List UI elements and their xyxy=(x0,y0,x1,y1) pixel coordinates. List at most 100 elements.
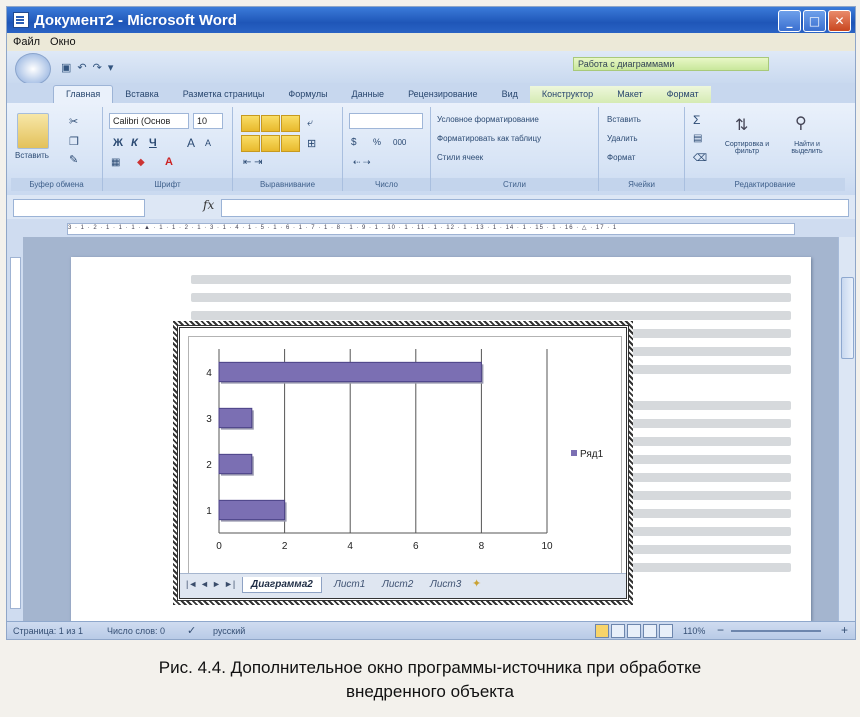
find-icon[interactable]: ⚲ xyxy=(795,113,807,133)
tab-data[interactable]: Данные xyxy=(340,86,397,103)
cut-icon[interactable]: ✂ xyxy=(69,115,78,128)
number-format-box[interactable] xyxy=(349,113,423,129)
tab-format[interactable]: Формат xyxy=(654,86,711,103)
y-tick-label[interactable]: 4 xyxy=(206,368,212,379)
thousands-button[interactable]: 000 xyxy=(393,138,406,147)
next-sheet-icon[interactable]: ► xyxy=(212,579,221,589)
delete-cells-button[interactable]: Удалить xyxy=(607,134,638,143)
font-color-icon[interactable]: A xyxy=(165,156,173,168)
name-box[interactable] xyxy=(13,199,145,217)
menu-file[interactable]: Файл xyxy=(13,36,40,48)
zoom-out-button[interactable]: − xyxy=(717,623,724,637)
decimal-icons[interactable]: ⇠ ⇢ xyxy=(353,157,371,168)
sheet-tab-list2[interactable]: Лист2 xyxy=(374,577,421,592)
y-tick-label[interactable]: 2 xyxy=(206,460,212,471)
view-print-layout-icon[interactable] xyxy=(595,624,609,638)
autosum-button[interactable]: Σ xyxy=(693,113,700,127)
font-name-box[interactable]: Calibri (Основ xyxy=(109,113,189,129)
zoom-slider[interactable] xyxy=(731,630,821,632)
bar[interactable] xyxy=(218,499,286,521)
bar[interactable] xyxy=(218,361,482,383)
scroll-thumb[interactable] xyxy=(841,277,854,359)
x-tick-label[interactable]: 0 xyxy=(216,541,222,552)
legend-swatch[interactable] xyxy=(571,450,577,456)
paste-icon[interactable] xyxy=(17,113,49,149)
insert-cells-button[interactable]: Вставить xyxy=(607,115,641,124)
format-as-table-button[interactable]: Форматировать как таблицу xyxy=(437,134,541,143)
x-tick-label[interactable]: 4 xyxy=(347,541,353,552)
align-bottom-icon[interactable] xyxy=(281,115,300,132)
italic-button[interactable]: К xyxy=(131,137,138,149)
sheet-tab-list1[interactable]: Лист1 xyxy=(326,577,373,592)
find-select-button[interactable]: Найти и выделить xyxy=(781,141,833,155)
ruler-strip[interactable]: 3 · 1 · 2 · 1 · 1 · 1 · ▲ · 1 · 1 · 2 · … xyxy=(67,223,795,235)
bar[interactable] xyxy=(218,407,253,429)
grow-font-button[interactable]: A xyxy=(187,136,195,150)
qat-dropdown-icon[interactable]: ▾ xyxy=(108,61,114,74)
shrink-font-button[interactable]: A xyxy=(205,138,211,148)
vertical-scrollbar[interactable] xyxy=(838,237,855,621)
tab-review[interactable]: Рецензирование xyxy=(396,86,490,103)
redo-icon[interactable]: ↷ xyxy=(93,61,102,74)
conditional-format-button[interactable]: Условное форматирование xyxy=(437,115,539,124)
tab-home[interactable]: Главная xyxy=(53,85,114,103)
percent-button[interactable]: % xyxy=(373,137,381,147)
view-full-screen-icon[interactable] xyxy=(611,624,625,638)
y-tick-label[interactable]: 1 xyxy=(206,506,212,517)
status-page[interactable]: Страница: 1 из 1 xyxy=(13,626,83,636)
tab-layout[interactable]: Макет xyxy=(605,86,655,103)
undo-icon[interactable]: ↶ xyxy=(77,61,86,74)
status-words[interactable]: Число слов: 0 xyxy=(107,626,165,636)
minimize-button[interactable]: _ xyxy=(778,10,801,32)
x-tick-label[interactable]: 10 xyxy=(541,541,553,552)
menu-window[interactable]: Окно xyxy=(50,36,76,48)
chart-area[interactable]: 0 2 4 6 8 10 1 2 3 4 Ряд1 xyxy=(188,336,622,574)
save-icon[interactable]: ▣ xyxy=(61,61,71,74)
bar-chart[interactable]: 0 2 4 6 8 101234Ряд1 xyxy=(189,337,621,573)
zoom-level[interactable]: 110% xyxy=(683,626,705,636)
underline-button[interactable]: Ч xyxy=(149,137,157,149)
fill-color-icon[interactable]: ◆ xyxy=(137,157,145,168)
tab-design[interactable]: Конструктор xyxy=(529,86,606,103)
bar[interactable] xyxy=(218,453,253,475)
tab-insert[interactable]: Вставка xyxy=(113,86,170,103)
indent-icon[interactable]: ⇤ ⇥ xyxy=(243,157,263,168)
embedded-excel-object[interactable]: 0 2 4 6 8 10 1 2 3 4 Ряд1 |◄ ◄ ► ►| Диаграмма2 Лис… xyxy=(173,321,633,605)
align-left-icon[interactable] xyxy=(241,135,260,152)
view-web-icon[interactable] xyxy=(627,624,641,638)
sheet-tab-list3[interactable]: Лист3 xyxy=(422,577,469,592)
format-cells-button[interactable]: Формат xyxy=(607,153,635,162)
tab-formulas[interactable]: Формулы xyxy=(276,86,339,103)
office-button[interactable] xyxy=(15,53,51,85)
align-middle-icon[interactable] xyxy=(261,115,280,132)
align-right-icon[interactable] xyxy=(281,135,300,152)
align-center-icon[interactable] xyxy=(261,135,280,152)
prev-sheet-icon[interactable]: ◄ xyxy=(200,579,209,589)
bold-button[interactable]: Ж xyxy=(113,137,123,149)
x-tick-label[interactable]: 8 xyxy=(479,541,485,552)
y-tick-label[interactable]: 3 xyxy=(206,414,212,425)
legend-label[interactable]: Ряд1 xyxy=(580,449,604,460)
paste-label[interactable]: Вставить xyxy=(15,151,49,160)
sheet-tab-diagram2[interactable]: Диаграмма2 xyxy=(242,577,322,593)
fill-icon[interactable]: ▤ xyxy=(693,133,702,144)
sort-filter-icon[interactable]: ⇅ xyxy=(735,115,748,135)
border-icon[interactable]: ▦ xyxy=(111,157,120,168)
close-button[interactable]: ✕ xyxy=(828,10,851,32)
fx-label[interactable]: fx xyxy=(203,198,214,212)
x-tick-label[interactable]: 6 xyxy=(413,541,419,552)
view-draft-icon[interactable] xyxy=(659,624,673,638)
align-top-icon[interactable] xyxy=(241,115,260,132)
merge-cells-icon[interactable]: ⊞ xyxy=(307,137,316,150)
tab-page-layout[interactable]: Разметка страницы xyxy=(171,86,277,103)
formula-input[interactable] xyxy=(221,199,849,217)
view-outline-icon[interactable] xyxy=(643,624,657,638)
currency-icon[interactable]: $ xyxy=(351,137,357,148)
font-size-box[interactable]: 10 xyxy=(193,113,223,129)
sort-filter-button[interactable]: Сортировка и фильтр xyxy=(721,141,773,155)
zoom-in-button[interactable]: + xyxy=(841,623,848,637)
cell-styles-button[interactable]: Стили ячеек xyxy=(437,153,483,162)
last-sheet-icon[interactable]: ►| xyxy=(224,579,235,589)
first-sheet-icon[interactable]: |◄ xyxy=(186,579,197,589)
insert-sheet-icon[interactable]: ✦ xyxy=(472,577,481,590)
